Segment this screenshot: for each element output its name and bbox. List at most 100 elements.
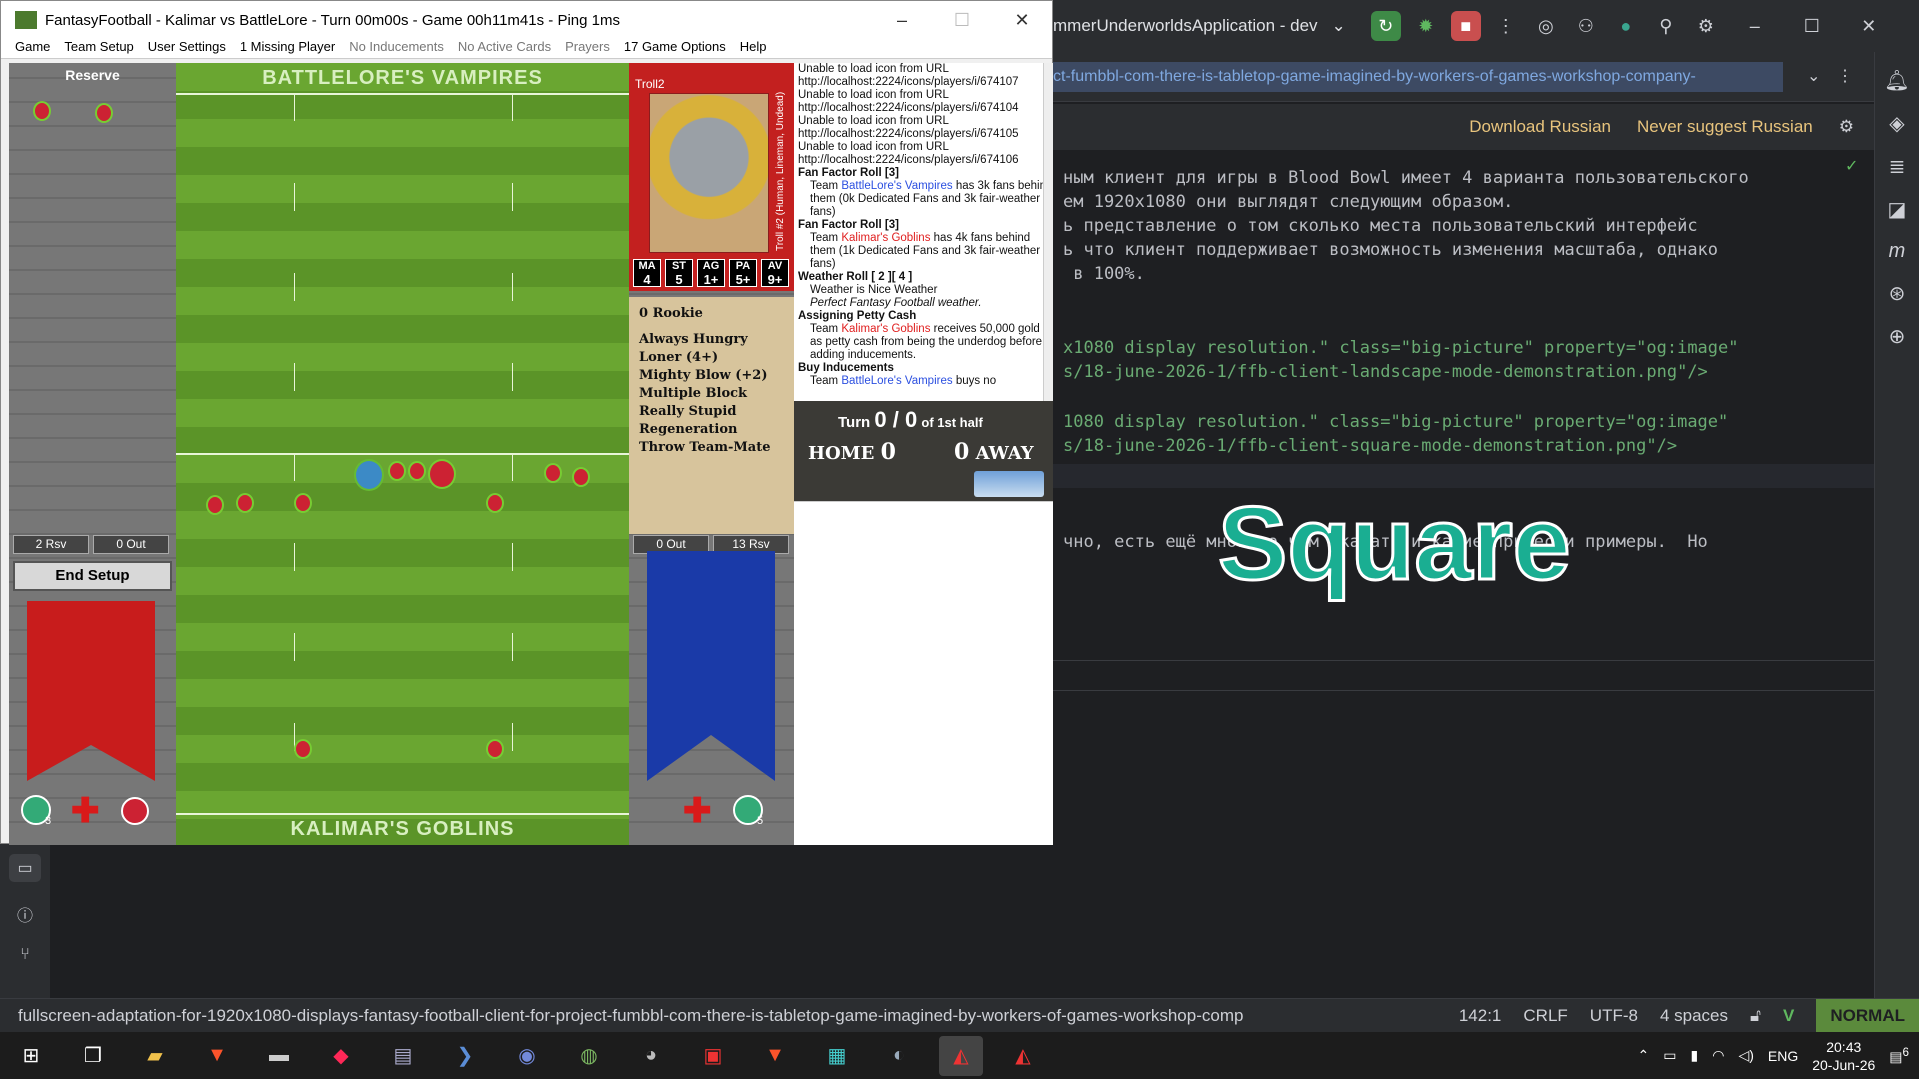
close-icon[interactable]: ✕ (1854, 11, 1884, 41)
never-suggest-link[interactable]: Never suggest Russian (1637, 117, 1813, 137)
menu-item[interactable]: User Settings (148, 39, 226, 58)
minimize-icon[interactable]: – (1740, 11, 1770, 41)
goblin-player[interactable] (544, 463, 562, 483)
editor-tab-active[interactable]: ct-fumbbl-com-there-is-tabletop-game-ima… (1053, 62, 1783, 92)
maximize-icon[interactable]: ☐ (932, 10, 992, 31)
brave-icon[interactable]: ▼ (195, 1036, 239, 1076)
goblin-player[interactable] (408, 461, 426, 481)
explorer-icon[interactable]: ▰ (133, 1036, 177, 1076)
status-dot-icon[interactable]: ● (1611, 11, 1641, 41)
maximize-icon[interactable]: ☐ (1797, 11, 1827, 41)
steam-icon[interactable]: ◐ (877, 1036, 921, 1076)
chevron-down-icon[interactable]: ⌄ (1332, 16, 1346, 36)
file-encoding[interactable]: UTF-8 (1590, 1006, 1638, 1026)
database-icon[interactable]: ≣ (1889, 154, 1906, 179)
line-separator[interactable]: CRLF (1523, 1006, 1567, 1026)
wifi-icon[interactable]: ◠ (1712, 1047, 1724, 1064)
bell-icon[interactable]: 🔔︎ (1884, 68, 1909, 93)
log-entry: http://localhost:2224/icons/players/i/67… (798, 128, 1019, 140)
goblin-player[interactable] (388, 461, 406, 481)
powershell-icon[interactable]: ❯ (443, 1036, 487, 1076)
app-icon[interactable]: ▤ (381, 1036, 425, 1076)
gear-icon[interactable]: ⚙ (1839, 117, 1854, 137)
download-russian-link[interactable]: Download Russian (1469, 117, 1611, 137)
fantasy-football-icon[interactable]: ◭ (1001, 1036, 1045, 1076)
close-icon[interactable]: ✕ (992, 10, 1052, 31)
globe-icon[interactable]: ⊕ (1889, 324, 1906, 349)
menu-item[interactable]: Help (740, 39, 767, 58)
maven-icon[interactable]: m (1889, 240, 1906, 263)
pitch[interactable]: BATTLELORE'S VAMPIRES KALIMAR'S GOBLINS (176, 63, 629, 845)
task-view-icon[interactable]: ❐ (71, 1036, 115, 1076)
volume-icon[interactable]: ◁) (1738, 1047, 1753, 1064)
intellij-icon[interactable]: ◆ (319, 1036, 363, 1076)
team-link[interactable]: BattleLore's Vampires (841, 375, 952, 387)
end-setup-button[interactable]: End Setup (13, 561, 172, 591)
gimp-icon[interactable]: ◕ (629, 1036, 673, 1076)
run-icon[interactable]: ↻ (1370, 11, 1401, 41)
discord-icon[interactable]: ◉ (505, 1036, 549, 1076)
goblin-player[interactable] (486, 493, 504, 513)
vim-icon[interactable]: V (1783, 1006, 1794, 1026)
goblin-player[interactable] (206, 495, 224, 515)
problems-icon[interactable]: ⓘ (17, 902, 33, 926)
caret-position[interactable]: 142:1 (1459, 1006, 1502, 1026)
ai-icon[interactable]: ◎ (1531, 11, 1561, 41)
team-link[interactable]: BattleLore's Vampires (841, 180, 952, 192)
git-branch-icon[interactable]: ⑂ (20, 946, 30, 964)
log-scrollbar[interactable] (1043, 63, 1053, 401)
add-user-icon[interactable]: ⚇ (1571, 11, 1601, 41)
goblin-player[interactable] (486, 739, 504, 759)
minimize-icon[interactable]: – (872, 10, 932, 31)
brave-icon[interactable]: ▼ (753, 1036, 797, 1076)
more-icon[interactable]: ⋮ (1491, 11, 1521, 41)
run-config-selector[interactable]: mmerUnderworldsApplication - dev (1053, 16, 1318, 36)
menu-item[interactable]: Game (15, 39, 50, 58)
copilot-icon[interactable]: ⊛ (1889, 281, 1906, 306)
chart-icon[interactable]: ◪ (1888, 197, 1907, 222)
terminal-icon[interactable]: ▭ (9, 854, 41, 882)
coach-icon[interactable] (121, 797, 149, 825)
goblin-player[interactable] (236, 493, 254, 513)
turn-value: 0 / 0 (874, 407, 918, 432)
stop-icon[interactable]: ■ (1450, 11, 1481, 41)
indent-setting[interactable]: 4 spaces (1660, 1006, 1728, 1026)
debug-icon[interactable]: ✹ (1411, 11, 1441, 41)
game-log[interactable]: Unable to load icon from URL http://local… (794, 63, 1053, 401)
fantasy-football-icon[interactable]: ◭ (939, 1035, 983, 1076)
team-link[interactable]: Kalimar's Goblins (841, 323, 930, 335)
reserve-player[interactable] (33, 101, 51, 121)
vim-mode[interactable]: NORMAL (1816, 998, 1919, 1033)
more-icon[interactable]: ⋮ (1837, 66, 1853, 86)
clock[interactable]: 20:43 20-Jun-26 (1812, 1038, 1875, 1074)
chevron-up-icon[interactable]: ⌃ (1638, 1047, 1650, 1064)
team-link[interactable]: Kalimar's Goblins (841, 232, 930, 244)
reserve-player[interactable] (95, 103, 113, 123)
apothecary-icon[interactable]: ✚ (71, 791, 100, 831)
game-app-icon[interactable]: ◍ (567, 1036, 611, 1076)
network-icon[interactable]: ▮ (1691, 1047, 1699, 1064)
goblin-player[interactable] (294, 493, 312, 513)
lock-icon[interactable]: 🔓︎ (1750, 1006, 1761, 1026)
battery-icon[interactable]: ▭ (1663, 1047, 1676, 1064)
chevron-down-icon[interactable]: ⌄ (1807, 66, 1820, 86)
pdf-icon[interactable]: ▣ (691, 1036, 735, 1076)
apothecary-icon[interactable]: ✚ (683, 791, 712, 831)
goblin-player[interactable] (294, 739, 312, 759)
menu-item[interactable]: 17 Game Options (624, 39, 726, 58)
gear-icon[interactable]: ⚙ (1691, 11, 1721, 41)
start-icon[interactable]: ⊞ (9, 1036, 53, 1076)
terminal-app-icon[interactable]: ▬ (257, 1036, 301, 1076)
search-icon[interactable]: ⚲ (1651, 11, 1681, 41)
notification-icon[interactable]: ▤6 (1889, 1046, 1909, 1066)
breadcrumb[interactable]: fullscreen-adaptation-for-1920x1080-disp… (0, 1006, 1400, 1026)
goblin-player[interactable] (572, 467, 590, 487)
troll-player[interactable] (354, 459, 384, 491)
menu-item[interactable]: 1 Missing Player (240, 39, 335, 58)
store-icon[interactable]: ▦ (815, 1036, 859, 1076)
goblin-player[interactable] (428, 459, 456, 489)
ai-chat-icon[interactable]: ◈ (1889, 111, 1904, 136)
chat-area[interactable] (794, 501, 1053, 845)
menu-item[interactable]: Team Setup (64, 39, 133, 58)
language-indicator[interactable]: ENG (1768, 1048, 1798, 1064)
